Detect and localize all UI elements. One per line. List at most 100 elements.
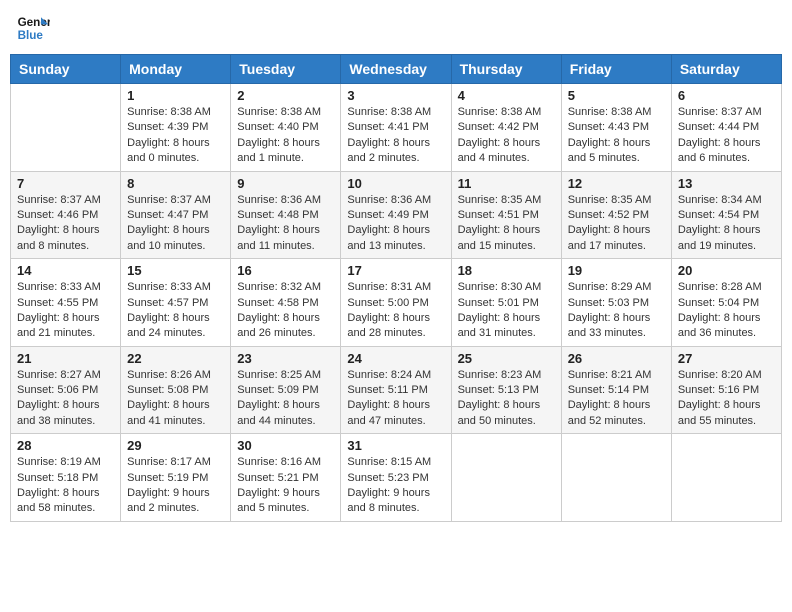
calendar-cell: 27 Sunrise: 8:20 AMSunset: 5:16 PMDayligh… <box>671 346 781 434</box>
day-number: 15 <box>127 263 224 278</box>
calendar-week-4: 21Sunrise: 8:27 AMSunset: 5:06 PMDayligh… <box>11 346 782 434</box>
day-number: 3 <box>347 88 444 103</box>
weekday-header-wednesday: Wednesday <box>341 55 451 84</box>
day-info: Sunrise: 8:32 AMSunset: 4:58 PMDaylight:… <box>237 280 334 342</box>
day-info: Sunrise: 8:24 AMSunset: 5:11 PMDaylight:… <box>347 368 444 430</box>
day-number: 30 <box>237 438 334 453</box>
calendar-week-1: 1 Sunrise: 8:38 AMSunset: 4:39 PMDaylight… <box>11 84 782 172</box>
weekday-header-thursday: Thursday <box>451 55 561 84</box>
day-number: 20 <box>678 263 775 278</box>
day-info: Sunrise: 8:35 AMSunset: 4:52 PMDaylight:… <box>568 193 665 255</box>
calendar-week-3: 14 Sunrise: 8:33 AMSunset: 4:55 PMDayligh… <box>11 259 782 347</box>
day-info: Sunrise: 8:38 AMSunset: 4:41 PMDaylight:… <box>347 105 444 167</box>
day-number: 27 <box>678 351 775 366</box>
calendar-cell: 22 Sunrise: 8:26 AMSunset: 5:08 PMDayligh… <box>121 346 231 434</box>
day-info: Sunrise: 8:36 AMSunset: 4:48 PMDaylight:… <box>237 193 334 255</box>
day-number: 28 <box>17 438 114 453</box>
day-number: 29 <box>127 438 224 453</box>
calendar-cell: 13Sunrise: 8:34 AMSunset: 4:54 PMDayligh… <box>671 171 781 259</box>
calendar-cell: 6Sunrise: 8:37 AMSunset: 4:44 PMDaylight… <box>671 84 781 172</box>
weekday-header-monday: Monday <box>121 55 231 84</box>
logo: General Blue <box>14 10 54 46</box>
day-info: Sunrise: 8:17 AMSunset: 5:19 PMDaylight:… <box>127 455 224 517</box>
calendar-cell: 28 Sunrise: 8:19 AMSunset: 5:18 PMDayligh… <box>11 434 121 522</box>
logo-icon: General Blue <box>14 10 50 46</box>
calendar-cell: 15 Sunrise: 8:33 AMSunset: 4:57 PMDayligh… <box>121 259 231 347</box>
calendar-cell <box>561 434 671 522</box>
calendar-cell: 31Sunrise: 8:15 AMSunset: 5:23 PMDayligh… <box>341 434 451 522</box>
day-info: Sunrise: 8:37 AMSunset: 4:46 PMDaylight:… <box>17 193 114 255</box>
day-number: 22 <box>127 351 224 366</box>
day-number: 12 <box>568 176 665 191</box>
calendar-cell: 8 Sunrise: 8:37 AMSunset: 4:47 PMDaylight… <box>121 171 231 259</box>
calendar-cell: 20 Sunrise: 8:28 AMSunset: 5:04 PMDayligh… <box>671 259 781 347</box>
calendar-cell <box>451 434 561 522</box>
day-number: 5 <box>568 88 665 103</box>
day-info: Sunrise: 8:20 AMSunset: 5:16 PMDaylight:… <box>678 368 775 430</box>
calendar-cell: 18Sunrise: 8:30 AMSunset: 5:01 PMDayligh… <box>451 259 561 347</box>
day-number: 7 <box>17 176 114 191</box>
day-number: 1 <box>127 88 224 103</box>
day-info: Sunrise: 8:38 AMSunset: 4:42 PMDaylight:… <box>458 105 555 167</box>
day-number: 24 <box>347 351 444 366</box>
weekday-header-tuesday: Tuesday <box>231 55 341 84</box>
day-info: Sunrise: 8:38 AMSunset: 4:39 PMDaylight:… <box>127 105 224 167</box>
day-number: 23 <box>237 351 334 366</box>
day-info: Sunrise: 8:28 AMSunset: 5:04 PMDaylight:… <box>678 280 775 342</box>
calendar-cell: 1 Sunrise: 8:38 AMSunset: 4:39 PMDaylight… <box>121 84 231 172</box>
calendar-cell: 29 Sunrise: 8:17 AMSunset: 5:19 PMDayligh… <box>121 434 231 522</box>
calendar-cell: 12 Sunrise: 8:35 AMSunset: 4:52 PMDayligh… <box>561 171 671 259</box>
day-number: 9 <box>237 176 334 191</box>
day-info: Sunrise: 8:38 AMSunset: 4:43 PMDaylight:… <box>568 105 665 167</box>
day-number: 16 <box>237 263 334 278</box>
day-info: Sunrise: 8:21 AMSunset: 5:14 PMDaylight:… <box>568 368 665 430</box>
calendar-table: SundayMondayTuesdayWednesdayThursdayFrid… <box>10 54 782 522</box>
calendar-cell: 9 Sunrise: 8:36 AMSunset: 4:48 PMDaylight… <box>231 171 341 259</box>
day-number: 18 <box>458 263 555 278</box>
day-info: Sunrise: 8:31 AMSunset: 5:00 PMDaylight:… <box>347 280 444 342</box>
day-info: Sunrise: 8:16 AMSunset: 5:21 PMDaylight:… <box>237 455 334 517</box>
page-header: General Blue <box>10 10 782 46</box>
day-number: 4 <box>458 88 555 103</box>
day-number: 17 <box>347 263 444 278</box>
day-number: 19 <box>568 263 665 278</box>
day-info: Sunrise: 8:35 AMSunset: 4:51 PMDaylight:… <box>458 193 555 255</box>
calendar-cell: 4 Sunrise: 8:38 AMSunset: 4:42 PMDaylight… <box>451 84 561 172</box>
day-info: Sunrise: 8:34 AMSunset: 4:54 PMDaylight:… <box>678 193 775 255</box>
calendar-cell: 24 Sunrise: 8:24 AMSunset: 5:11 PMDayligh… <box>341 346 451 434</box>
day-info: Sunrise: 8:29 AMSunset: 5:03 PMDaylight:… <box>568 280 665 342</box>
calendar-cell: 14 Sunrise: 8:33 AMSunset: 4:55 PMDayligh… <box>11 259 121 347</box>
day-number: 10 <box>347 176 444 191</box>
day-info: Sunrise: 8:38 AMSunset: 4:40 PMDaylight:… <box>237 105 334 167</box>
weekday-header-friday: Friday <box>561 55 671 84</box>
day-info: Sunrise: 8:33 AMSunset: 4:57 PMDaylight:… <box>127 280 224 342</box>
calendar-cell: 16 Sunrise: 8:32 AMSunset: 4:58 PMDayligh… <box>231 259 341 347</box>
svg-text:Blue: Blue <box>18 29 44 42</box>
day-number: 11 <box>458 176 555 191</box>
day-info: Sunrise: 8:33 AMSunset: 4:55 PMDaylight:… <box>17 280 114 342</box>
day-info: Sunrise: 8:37 AMSunset: 4:44 PMDaylight:… <box>678 105 775 167</box>
calendar-cell: 5 Sunrise: 8:38 AMSunset: 4:43 PMDaylight… <box>561 84 671 172</box>
day-number: 2 <box>237 88 334 103</box>
calendar-cell: 26Sunrise: 8:21 AMSunset: 5:14 PMDayligh… <box>561 346 671 434</box>
calendar-cell: 30 Sunrise: 8:16 AMSunset: 5:21 PMDayligh… <box>231 434 341 522</box>
weekday-header-row: SundayMondayTuesdayWednesdayThursdayFrid… <box>11 55 782 84</box>
day-info: Sunrise: 8:19 AMSunset: 5:18 PMDaylight:… <box>17 455 114 517</box>
calendar-cell: 10Sunrise: 8:36 AMSunset: 4:49 PMDayligh… <box>341 171 451 259</box>
day-number: 25 <box>458 351 555 366</box>
day-number: 31 <box>347 438 444 453</box>
calendar-cell: 17 Sunrise: 8:31 AMSunset: 5:00 PMDayligh… <box>341 259 451 347</box>
day-number: 8 <box>127 176 224 191</box>
day-number: 21 <box>17 351 114 366</box>
calendar-cell: 3 Sunrise: 8:38 AMSunset: 4:41 PMDaylight… <box>341 84 451 172</box>
day-info: Sunrise: 8:23 AMSunset: 5:13 PMDaylight:… <box>458 368 555 430</box>
day-info: Sunrise: 8:37 AMSunset: 4:47 PMDaylight:… <box>127 193 224 255</box>
calendar-cell: 21Sunrise: 8:27 AMSunset: 5:06 PMDayligh… <box>11 346 121 434</box>
day-info: Sunrise: 8:26 AMSunset: 5:08 PMDaylight:… <box>127 368 224 430</box>
calendar-cell: 11 Sunrise: 8:35 AMSunset: 4:51 PMDayligh… <box>451 171 561 259</box>
calendar-cell: 2 Sunrise: 8:38 AMSunset: 4:40 PMDaylight… <box>231 84 341 172</box>
weekday-header-saturday: Saturday <box>671 55 781 84</box>
day-number: 14 <box>17 263 114 278</box>
day-info: Sunrise: 8:25 AMSunset: 5:09 PMDaylight:… <box>237 368 334 430</box>
calendar-week-2: 7 Sunrise: 8:37 AMSunset: 4:46 PMDaylight… <box>11 171 782 259</box>
